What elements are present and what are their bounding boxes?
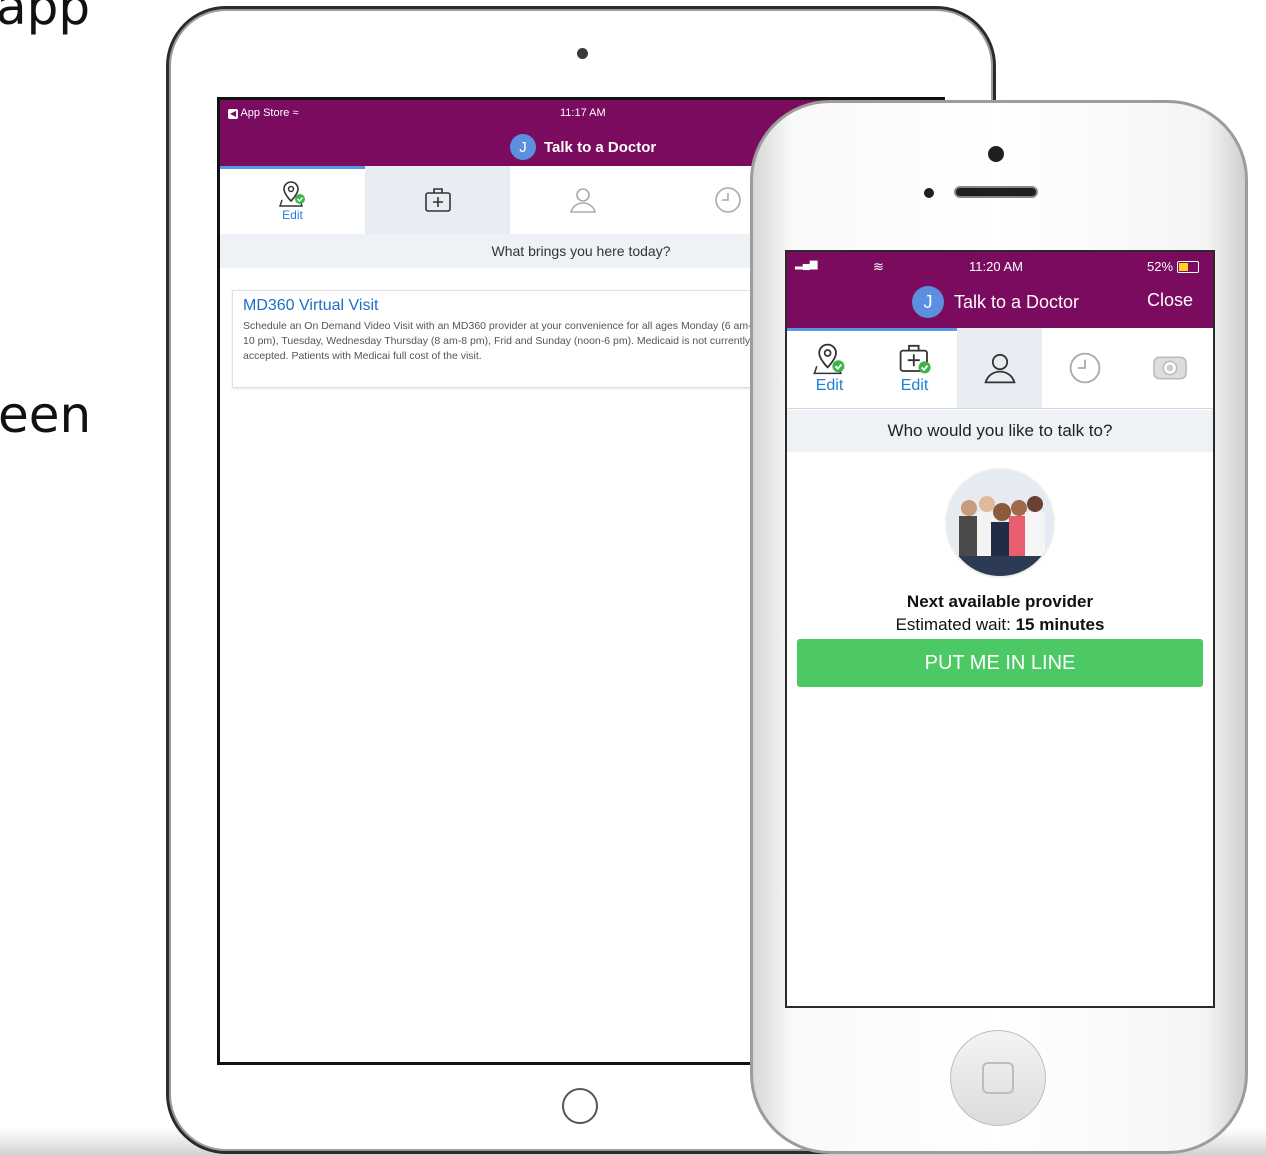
clock-icon <box>1069 352 1100 384</box>
clock-icon <box>714 187 741 213</box>
provider-name: Next available provider <box>906 592 1094 611</box>
ipad-status-left[interactable]: ◀ App Store ≈ <box>228 107 298 119</box>
tab-provider[interactable] <box>957 328 1042 408</box>
background-text-middle: een <box>0 386 92 444</box>
service-card[interactable]: MD360 Virtual Visit Schedule an On Deman… <box>232 290 794 388</box>
service-title[interactable]: MD360 Virtual Visit <box>243 297 378 315</box>
providers-group-icon <box>947 470 1053 576</box>
iphone-speaker <box>954 186 1038 198</box>
wait-prefix: Estimated wait: <box>895 615 1016 634</box>
iphone-step-tabs: Edit Edit <box>787 328 1213 409</box>
tab-edit-label[interactable]: Edit <box>901 377 929 395</box>
wait-value: 15 minutes <box>1015 615 1105 634</box>
tab-location[interactable]: Edit <box>787 328 872 408</box>
providers-photo <box>947 470 1053 576</box>
back-app-label: App Store <box>240 107 290 119</box>
ipad-camera <box>577 48 588 59</box>
ipad-home-button[interactable] <box>562 1088 598 1124</box>
location-pin-icon <box>812 343 844 375</box>
signal-icon: ▂▄▆ <box>795 259 818 270</box>
put-me-in-line-button[interactable]: PUT ME IN LINE <box>797 639 1203 687</box>
tab-provider[interactable] <box>510 166 655 234</box>
service-description: Schedule an On Demand Video Visit with a… <box>243 320 752 362</box>
medical-kit-icon <box>424 188 451 212</box>
home-square-icon <box>982 1062 1014 1094</box>
iphone-title-text: Talk to a Doctor <box>954 291 1080 312</box>
iphone-status-time: 11:20 AM <box>969 259 1023 274</box>
avatar: J <box>510 134 536 160</box>
tab-reason[interactable]: Edit <box>872 328 957 408</box>
ipad-status-time: 11:17 AM <box>560 107 606 119</box>
medical-kit-icon <box>899 344 931 374</box>
estimated-wait: Estimated wait: 15 minutes <box>787 615 1213 635</box>
iphone-camera <box>988 146 1004 162</box>
wifi-icon: ≋ <box>873 259 884 274</box>
background-text-top: app <box>0 0 91 36</box>
iphone-title: J Talk to a Doctor <box>912 286 1079 318</box>
battery-percent: 52% <box>1147 259 1174 274</box>
ipad-title-text: Talk to a Doctor <box>544 138 657 156</box>
iphone-sensor <box>924 188 934 198</box>
tab-edit-label: Edit <box>282 208 303 222</box>
iphone-screen: ▂▄▆ ≋ 11:20 AM 52% J Talk to a Doctor Cl… <box>785 250 1215 1008</box>
tab-location[interactable]: Edit <box>220 166 365 234</box>
person-icon <box>569 188 596 213</box>
back-arrow-icon: ◀ <box>228 109 238 119</box>
battery-status: 52% <box>1147 259 1200 274</box>
tab-reason[interactable] <box>365 166 510 234</box>
tab-video[interactable] <box>1127 328 1212 408</box>
avatar: J <box>912 286 944 318</box>
iphone-header: ▂▄▆ ≋ 11:20 AM 52% J Talk to a Doctor Cl… <box>787 252 1213 328</box>
close-button[interactable]: Close <box>1147 290 1193 311</box>
iphone-question: Who would you like to talk to? <box>787 410 1213 452</box>
wifi-icon: ≈ <box>292 107 299 119</box>
tab-time[interactable] <box>1042 328 1127 408</box>
location-pin-icon <box>278 181 305 207</box>
video-camera-icon <box>1152 356 1187 380</box>
ipad-title: J Talk to a Doctor <box>510 134 656 160</box>
tab-edit-label[interactable]: Edit <box>816 377 844 395</box>
person-icon <box>983 353 1016 384</box>
battery-icon <box>1177 260 1200 273</box>
iphone-home-button[interactable] <box>950 1030 1046 1126</box>
